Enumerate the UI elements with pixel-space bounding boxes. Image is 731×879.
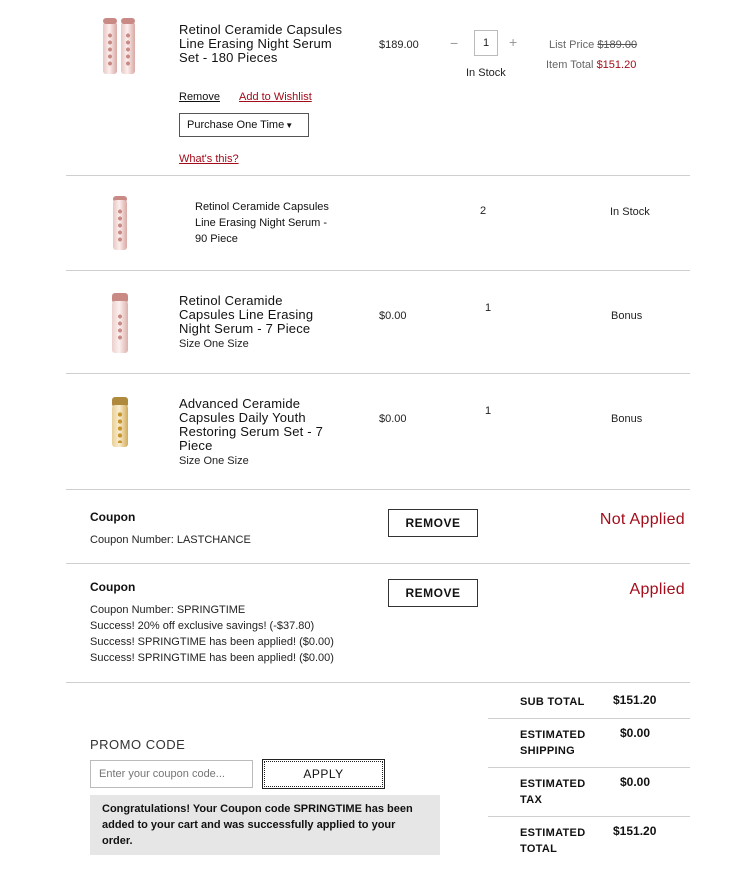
product-price: $0.00: [379, 310, 407, 322]
quantity: 1: [485, 302, 492, 314]
tax-label: ESTIMATED TAX: [520, 778, 586, 806]
stock-status: In Stock: [610, 206, 650, 218]
product-image-retinol-90[interactable]: [110, 196, 130, 252]
divider: [66, 489, 690, 490]
coupon-title: Coupon: [90, 580, 136, 594]
divider: [66, 175, 690, 176]
remove-coupon-button[interactable]: REMOVE: [388, 579, 478, 607]
total-value: $151.20: [613, 824, 657, 838]
total-label: ESTIMATED TOTAL: [520, 827, 586, 855]
product-name[interactable]: Advanced Ceramide Capsules Daily Youth R…: [179, 397, 349, 453]
divider: [66, 563, 690, 564]
product-price: $189.00: [379, 39, 419, 51]
product-name[interactable]: Retinol Ceramide Capsules Line Erasing N…: [179, 294, 339, 336]
product-size: Size One Size: [179, 338, 249, 350]
coupon-number: Coupon Number: SPRINGTIME: [90, 604, 246, 616]
divider: [66, 682, 690, 683]
product-name[interactable]: Retinol Ceramide Capsules Line Erasing N…: [179, 23, 349, 65]
product-image-retinol-180[interactable]: [100, 18, 140, 78]
minus-icon[interactable]: −: [450, 35, 458, 51]
quantity: 1: [485, 405, 492, 417]
subtotal-value: $151.20: [613, 693, 657, 707]
remove-coupon-button[interactable]: REMOVE: [388, 509, 478, 537]
coupon-message: Success! SPRINGTIME has been applied! ($…: [90, 636, 334, 648]
divider: [66, 373, 690, 374]
caret-down-icon: ▼: [285, 120, 294, 130]
product-name[interactable]: Retinol Ceramide Capsules Line Erasing N…: [195, 199, 335, 247]
bonus-status: Bonus: [611, 310, 643, 322]
summary-divider: [488, 816, 690, 817]
coupon-code-input[interactable]: [90, 760, 253, 788]
coupon-status: Not Applied: [599, 511, 685, 528]
whats-this-link[interactable]: What's this?: [179, 153, 239, 165]
shipping-value: $0.00: [620, 726, 651, 740]
quantity: 2: [480, 205, 487, 217]
apply-button[interactable]: APPLY: [262, 759, 385, 789]
product-image-advanced-ceramide-7[interactable]: [109, 397, 131, 449]
coupon-title: Coupon: [90, 510, 136, 524]
tax-value: $0.00: [620, 775, 651, 789]
promo-code-label: PROMO CODE: [90, 737, 186, 752]
product-image-retinol-7[interactable]: [109, 293, 131, 355]
stock-status: In Stock: [466, 67, 506, 79]
subtotal-label: SUB TOTAL: [520, 696, 585, 708]
plus-icon[interactable]: +: [509, 34, 517, 50]
product-price: $0.00: [379, 413, 407, 425]
bonus-status: Bonus: [611, 413, 643, 425]
divider: [66, 270, 690, 271]
item-total: Item Total $151.20: [546, 59, 637, 71]
summary-divider: [488, 767, 690, 768]
list-price: List Price $189.00: [549, 39, 638, 51]
remove-link[interactable]: Remove: [179, 91, 220, 103]
coupon-message: Success! SPRINGTIME has been applied! ($…: [90, 652, 334, 664]
product-size: Size One Size: [179, 455, 249, 467]
coupon-message: Success! 20% off exclusive savings! (-$3…: [90, 620, 315, 632]
quantity-input[interactable]: 1: [474, 30, 498, 56]
purchase-option-select[interactable]: Purchase One Time ▼: [179, 113, 309, 137]
shipping-label: ESTIMATED SHIPPING: [520, 729, 586, 757]
coupon-status: Applied: [629, 581, 685, 598]
add-to-wishlist-link[interactable]: Add to Wishlist: [239, 91, 312, 103]
summary-divider: [488, 718, 690, 719]
coupon-number: Coupon Number: LASTCHANCE: [90, 534, 251, 546]
promo-success-message: Congratulations! Your Coupon code SPRING…: [90, 795, 440, 855]
